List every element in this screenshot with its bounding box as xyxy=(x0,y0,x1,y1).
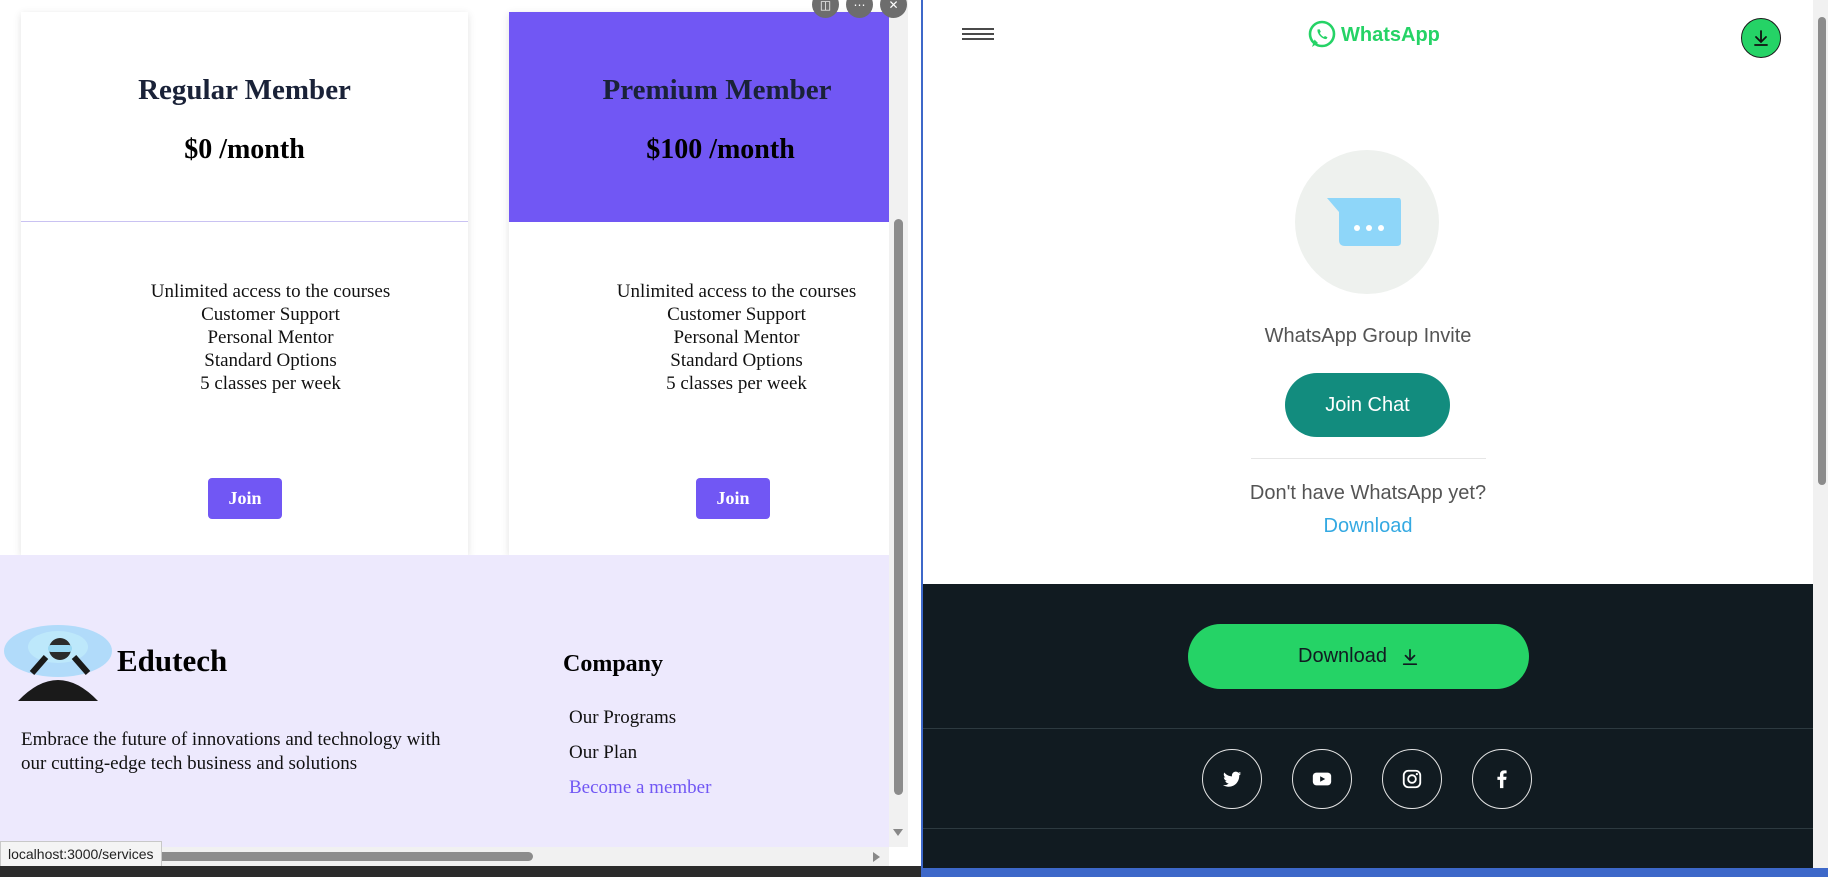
feature-item: Customer Support xyxy=(667,304,806,325)
premium-plan-card: Premium Member $100 /month Unlimited acc… xyxy=(509,12,889,555)
whatsapp-logo[interactable]: WhatsApp xyxy=(1307,20,1440,50)
brand-name: Edutech xyxy=(117,643,228,678)
whatsapp-logo-text: WhatsApp xyxy=(1341,23,1440,46)
scroll-down-arrow-icon[interactable] xyxy=(893,829,903,836)
edutech-logo-icon xyxy=(4,625,112,701)
feature-item: Personal Mentor xyxy=(207,327,334,348)
join-chat-button[interactable]: Join Chat xyxy=(1285,373,1450,437)
scrollbar-thumb[interactable] xyxy=(110,852,533,861)
scroll-right-arrow-icon[interactable] xyxy=(873,852,880,862)
scrollbar-thumb[interactable] xyxy=(1818,17,1826,485)
scrollbar-thumb[interactable] xyxy=(894,219,903,795)
whatsapp-logo-icon xyxy=(1308,20,1336,48)
site-footer: Edutech Embrace the future of innovation… xyxy=(0,555,889,847)
header-download-button[interactable] xyxy=(1741,18,1781,58)
feature-item: 5 classes per week xyxy=(200,373,341,394)
whatsapp-header: WhatsApp xyxy=(923,0,1813,76)
chat-bubble-icon xyxy=(1327,198,1401,246)
feature-item: Customer Support xyxy=(201,304,340,325)
footer-download-label: Download xyxy=(1298,645,1387,667)
feature-item: 5 classes per week xyxy=(666,373,807,394)
right-browser-pane: WhatsApp WhatsApp Group Invite Join Chat… xyxy=(921,0,1828,877)
social-links xyxy=(1202,749,1532,809)
premium-plan-header: Premium Member $100 /month xyxy=(509,12,889,222)
regular-plan-header: Regular Member $0 /month xyxy=(21,12,468,222)
facebook-icon[interactable] xyxy=(1472,749,1532,809)
instagram-icon[interactable] xyxy=(1382,749,1442,809)
feature-item: Standard Options xyxy=(670,350,803,371)
regular-plan-card: Regular Member $0 /month Unlimited acces… xyxy=(21,12,468,555)
more-options-icon[interactable]: ⋯ xyxy=(846,0,873,18)
group-invite-title: WhatsApp Group Invite xyxy=(1264,325,1472,347)
regular-plan-price: $0 /month xyxy=(184,134,305,165)
premium-plan-features: Unlimited access to the courses Customer… xyxy=(513,280,908,395)
left-browser-pane: Regular Member $0 /month Unlimited acces… xyxy=(0,0,908,877)
footer-divider xyxy=(923,828,1813,829)
feature-item: Personal Mentor xyxy=(673,327,800,348)
footer-divider xyxy=(923,728,1813,729)
twitter-icon[interactable] xyxy=(1202,749,1262,809)
premium-plan-price: $100 /month xyxy=(646,134,795,165)
right-vertical-scrollbar[interactable] xyxy=(1813,0,1828,877)
close-icon[interactable]: ✕ xyxy=(880,0,907,18)
feature-item: Unlimited access to the courses xyxy=(150,281,391,302)
feature-item: Unlimited access to the courses xyxy=(616,281,857,302)
download-icon xyxy=(1754,30,1768,46)
feature-item: Standard Options xyxy=(204,350,337,371)
divider xyxy=(1251,458,1486,459)
footer-link-our-plan[interactable]: Our Plan xyxy=(569,742,711,777)
pane-controls: ◫ ⋯ ✕ xyxy=(812,0,907,18)
whatsapp-footer: Download xyxy=(923,584,1813,877)
footer-link-become-member[interactable]: Become a member xyxy=(569,777,711,812)
hamburger-menu-icon[interactable] xyxy=(962,28,994,44)
group-avatar xyxy=(1295,150,1439,294)
status-bar-url: localhost:3000/services xyxy=(0,841,162,867)
footer-link-our-programs[interactable]: Our Programs xyxy=(569,707,711,742)
regular-plan-features: Unlimited access to the courses Customer… xyxy=(47,280,494,395)
premium-join-button[interactable]: Join xyxy=(696,478,770,519)
company-links: Our Programs Our Plan Become a member xyxy=(569,707,711,812)
no-whatsapp-text: Don't have WhatsApp yet? xyxy=(1249,482,1487,504)
brand-tagline: Embrace the future of innovations and te… xyxy=(21,729,441,774)
download-link[interactable]: Download xyxy=(923,515,1813,538)
split-view-icon[interactable]: ◫ xyxy=(812,0,839,18)
footer-download-button[interactable]: Download xyxy=(1188,624,1529,689)
regular-plan-title: Regular Member xyxy=(138,74,351,106)
download-icon xyxy=(1402,648,1418,665)
window-bottom-border xyxy=(921,868,1828,877)
regular-join-button[interactable]: Join xyxy=(208,478,282,519)
company-heading: Company xyxy=(563,651,664,677)
left-vertical-scrollbar[interactable] xyxy=(889,0,908,847)
window-bottom-border xyxy=(0,866,921,877)
premium-plan-title: Premium Member xyxy=(602,74,832,106)
youtube-icon[interactable] xyxy=(1292,749,1352,809)
